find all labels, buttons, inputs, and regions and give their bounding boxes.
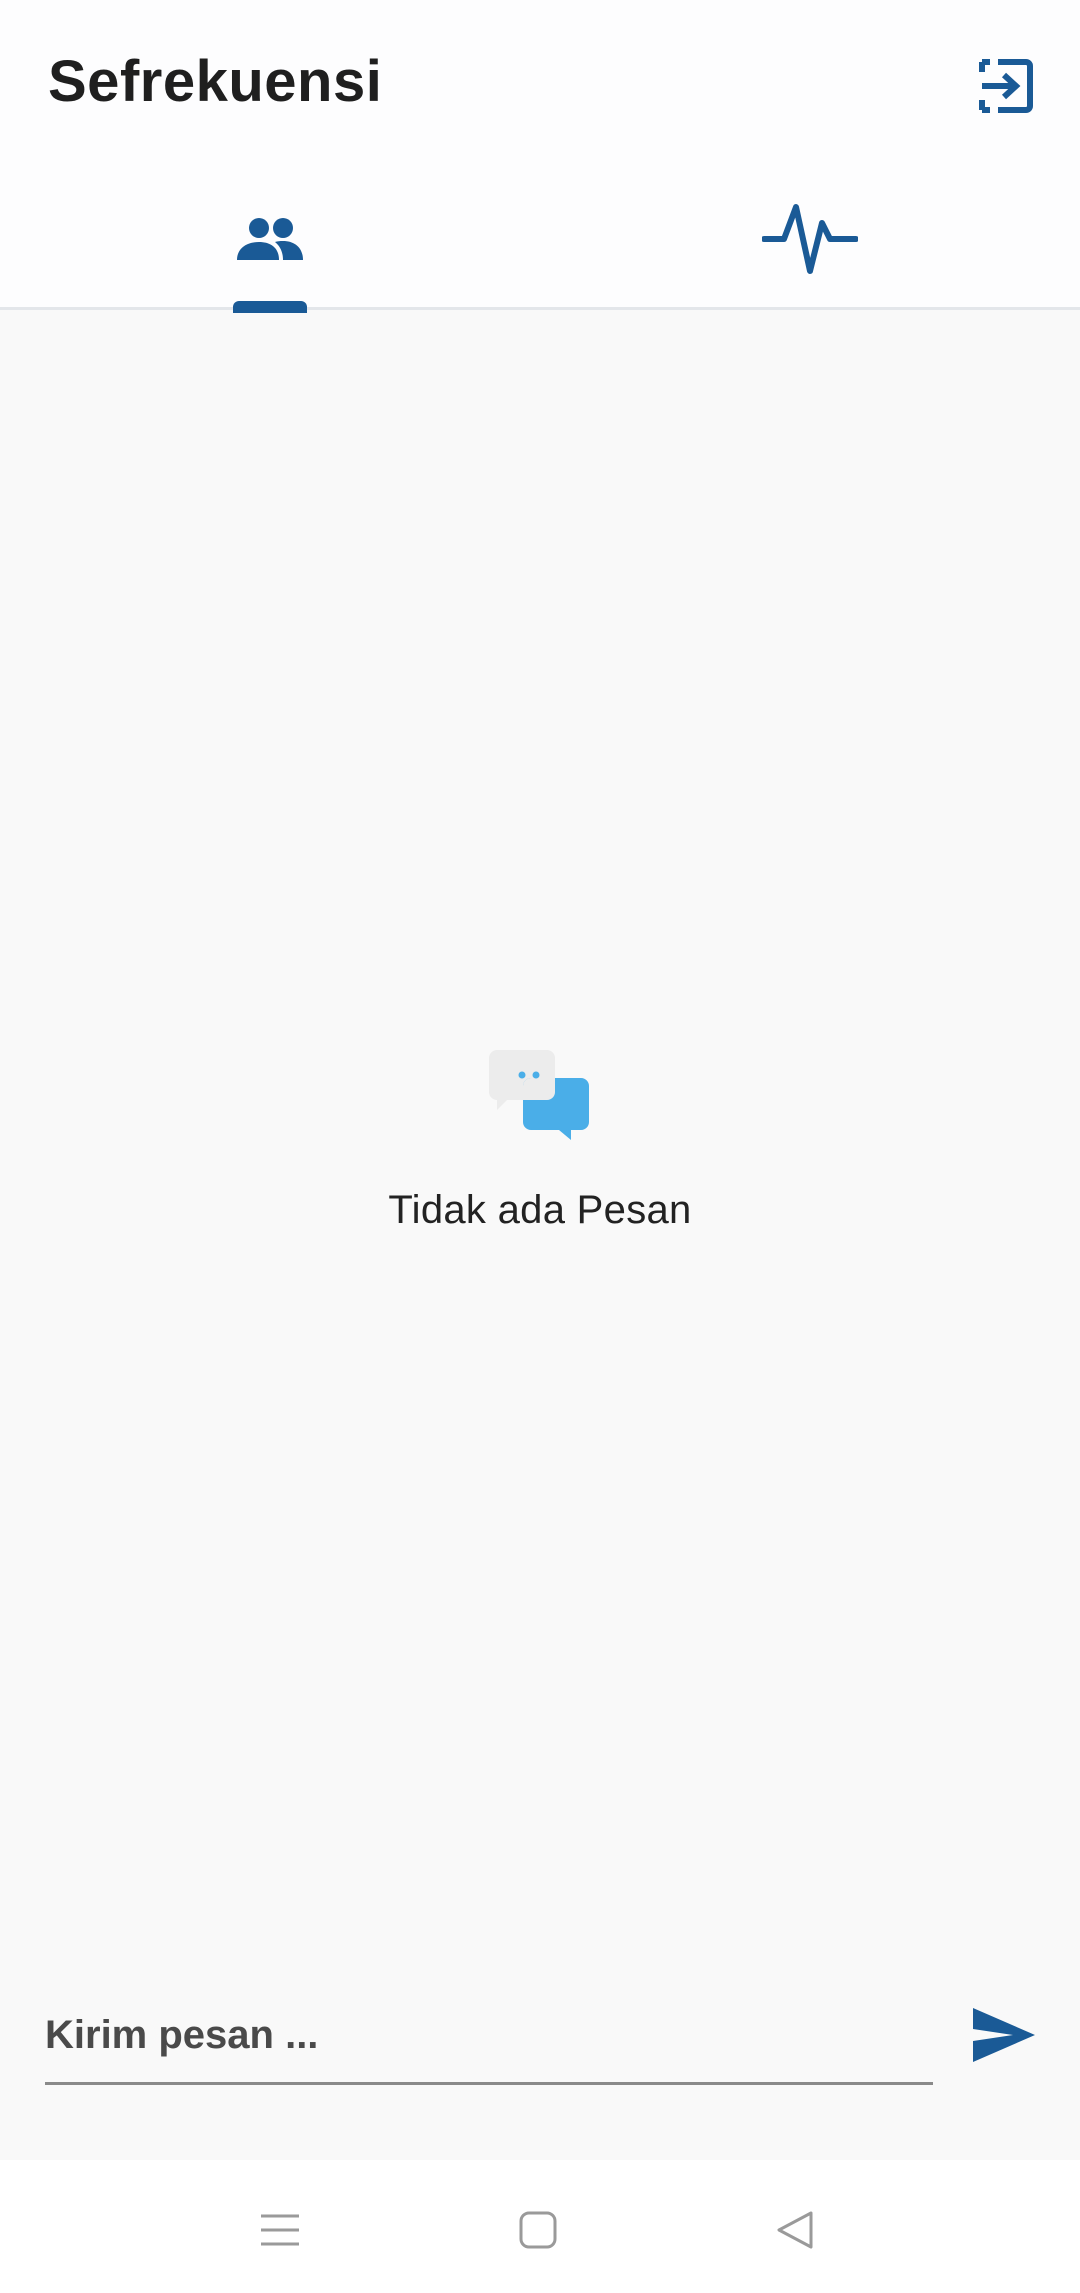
tab-bar — [0, 170, 1080, 313]
chat-bubbles-icon — [489, 1050, 589, 1140]
activity-pulse-icon — [762, 203, 858, 274]
back-button[interactable] — [765, 2200, 825, 2260]
empty-state-message: Tidak ada Pesan — [388, 1188, 692, 1232]
tab-people[interactable] — [0, 170, 540, 307]
message-composer — [0, 1950, 1080, 2160]
logout-icon — [979, 59, 1033, 113]
people-icon — [237, 217, 303, 260]
recent-apps-button[interactable] — [250, 2200, 310, 2260]
menu-icon — [261, 2214, 299, 2246]
send-button[interactable] — [965, 2000, 1043, 2070]
logout-button[interactable] — [970, 50, 1042, 122]
app-title: Sefrekuensi — [48, 49, 383, 114]
chat-screen: Sefrekuensi Tidak ada Pesan Kirim pesan … — [0, 0, 1080, 2293]
system-navigation-bar — [0, 2160, 1080, 2293]
tab-activity[interactable] — [540, 170, 1080, 307]
empty-state: Tidak ada Pesan — [0, 1050, 1080, 1233]
send-icon — [973, 2008, 1035, 2062]
back-icon — [777, 2211, 813, 2249]
app-bar: Sefrekuensi — [0, 0, 1080, 170]
home-icon — [519, 2211, 557, 2249]
home-button[interactable] — [508, 2200, 568, 2260]
message-input[interactable] — [45, 2000, 933, 2085]
selected-tab-indicator — [233, 301, 307, 313]
